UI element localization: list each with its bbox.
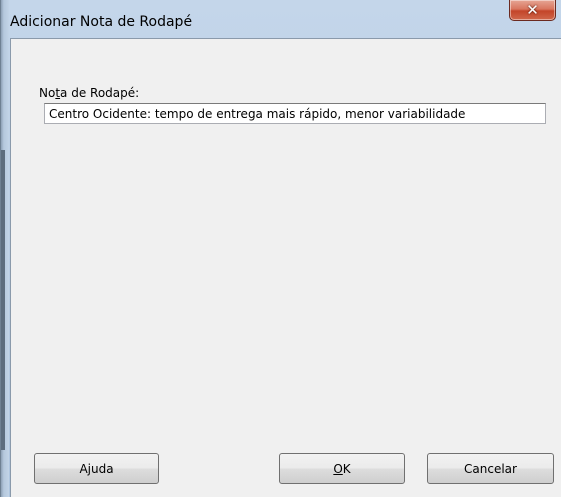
close-icon: ✕ — [526, 1, 539, 19]
ok-button[interactable]: OK — [279, 453, 405, 484]
footnote-input[interactable] — [44, 103, 546, 124]
ok-button-label: OK — [333, 462, 350, 476]
close-button[interactable]: ✕ — [509, 0, 556, 21]
window-frame-left — [1, 0, 9, 497]
ok-mnemonic: O — [333, 461, 343, 476]
title-bar[interactable]: Adicionar Nota de Rodapé ✕ — [1, 0, 561, 40]
help-button-label: Ajuda — [79, 461, 114, 476]
footnote-label-suffix: a de Rodapé: — [60, 86, 140, 100]
ok-rest: K — [342, 461, 351, 476]
footnote-label: Nota de Rodapé: — [39, 86, 139, 100]
frame-shadow — [1, 150, 5, 450]
help-button[interactable]: Ajuda — [34, 453, 159, 484]
cancel-button[interactable]: Cancelar — [427, 453, 554, 484]
window-title: Adicionar Nota de Rodapé — [10, 14, 193, 30]
footnote-label-prefix: No — [39, 86, 56, 100]
dialog-window: Adicionar Nota de Rodapé ✕ Nota de Rodap… — [0, 0, 561, 497]
cancel-button-label: Cancelar — [464, 461, 517, 476]
